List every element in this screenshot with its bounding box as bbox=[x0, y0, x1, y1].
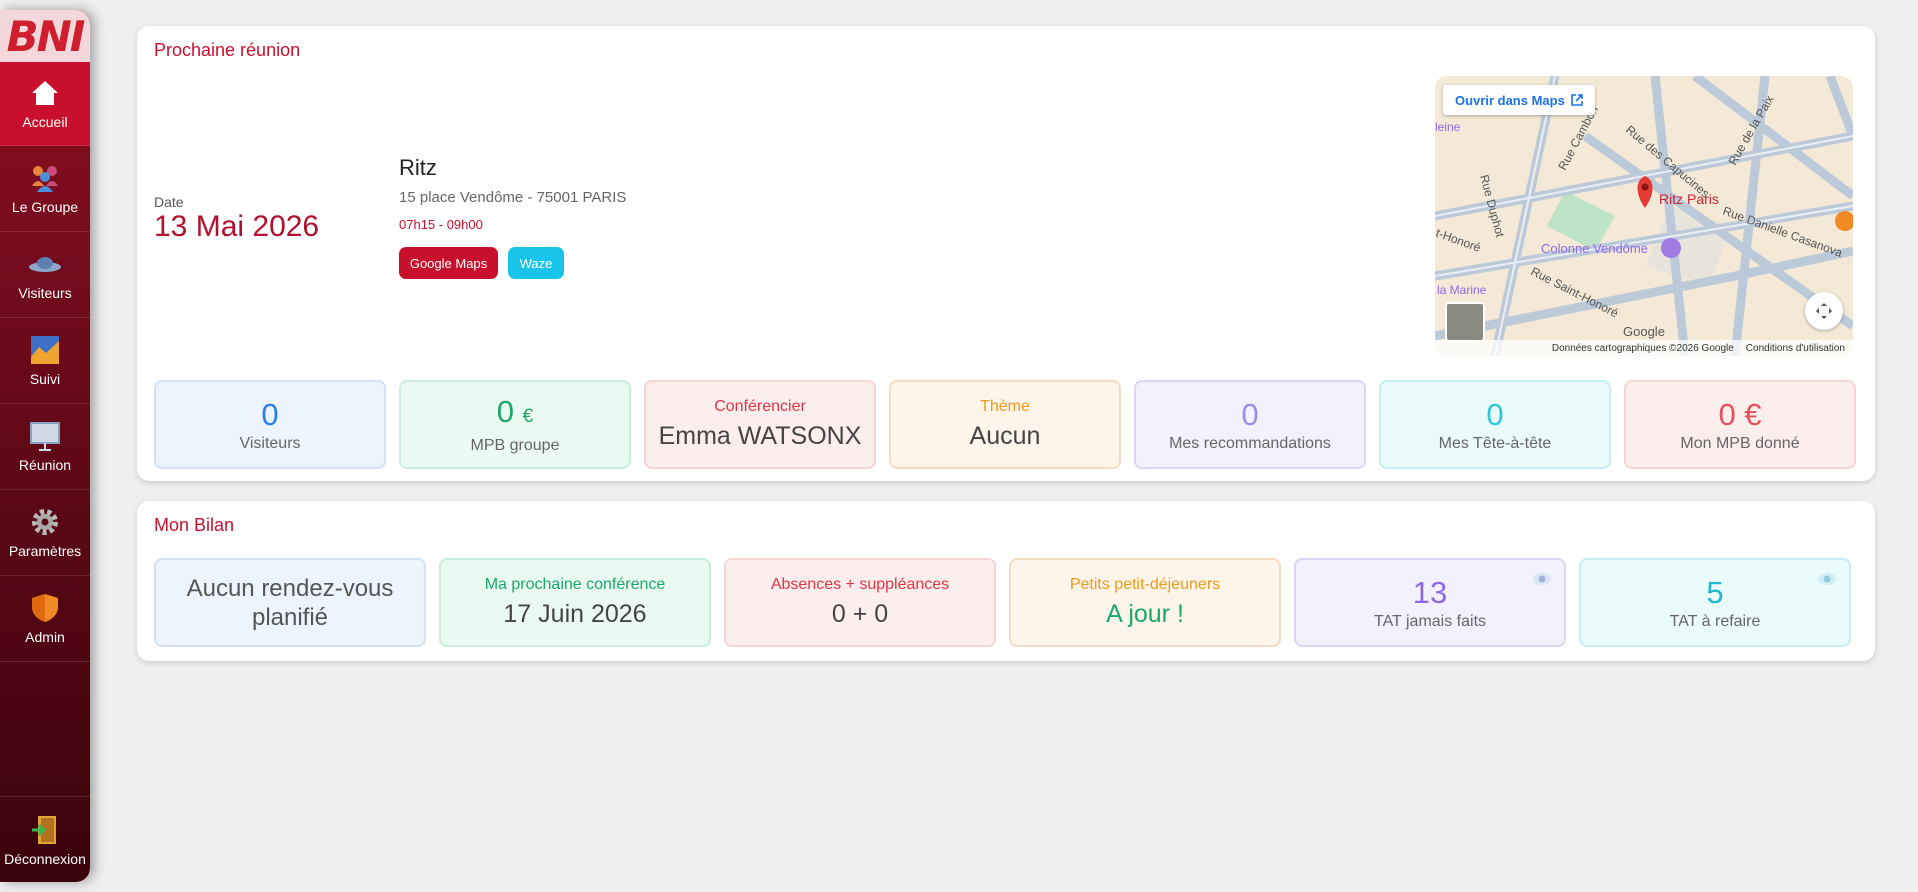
stat-head: Conférencier bbox=[714, 398, 806, 415]
stat-label: Mon MPB donné bbox=[1680, 434, 1800, 452]
presentation-icon bbox=[28, 420, 62, 452]
map-label-leine: leine bbox=[1435, 120, 1461, 134]
stat-value: Emma WATSONX bbox=[658, 422, 862, 450]
sidebar-item-label: Paramètres bbox=[8, 543, 82, 559]
google-maps-button[interactable]: Google Maps bbox=[399, 247, 498, 279]
bilan-value: A jour ! bbox=[1106, 600, 1184, 628]
logout-icon bbox=[28, 813, 62, 847]
bni-logo[interactable]: BNI bbox=[0, 10, 90, 62]
bilan-value: 5 bbox=[1706, 574, 1724, 610]
stat-head: Thème bbox=[980, 398, 1030, 415]
stat-visitors[interactable]: 0 Visiteurs bbox=[154, 380, 386, 469]
sidebar-item-label: Suivi bbox=[29, 371, 61, 387]
bilan-head: Petits petit-déjeuners bbox=[1069, 576, 1221, 593]
bilan-value: 13 bbox=[1412, 574, 1448, 610]
map-embed[interactable]: Rue des Capucines Rue Cambon Rue de la P… bbox=[1435, 76, 1853, 356]
stat-unit: € bbox=[522, 406, 534, 427]
bilan-head: Ma prochaine conférence bbox=[484, 576, 666, 593]
sidebar-item-label: Admin bbox=[25, 629, 65, 645]
stat-recommendations[interactable]: 0 Mes recommandations bbox=[1134, 380, 1366, 469]
open-in-maps-label: Ouvrir dans Maps bbox=[1455, 92, 1565, 108]
next-meeting-panel: Prochaine réunion Date 13 Mai 2026 Ritz … bbox=[137, 26, 1875, 481]
stat-label: Visiteurs bbox=[239, 434, 301, 452]
stat-value: 0 bbox=[1486, 396, 1504, 432]
sidebar-item-admin[interactable]: Admin bbox=[0, 576, 90, 662]
waze-button[interactable]: Waze bbox=[508, 247, 564, 279]
bilan-absences[interactable]: Absences + suppléances 0 + 0 bbox=[724, 558, 996, 647]
sidebar-item-label: Accueil bbox=[22, 114, 68, 130]
bilan-label: TAT jamais faits bbox=[1373, 612, 1487, 630]
date-label: Date bbox=[154, 194, 184, 210]
sidebar-item-accueil[interactable]: Accueil bbox=[0, 62, 90, 146]
stat-tete-a-tete[interactable]: 0 Mes Tête-à-tête bbox=[1379, 380, 1611, 469]
panel-title: Mon Bilan bbox=[154, 515, 235, 535]
stat-mpb-given[interactable]: 0 € Mon MPB donné bbox=[1624, 380, 1856, 469]
stat-label: Mes recommandations bbox=[1169, 434, 1331, 452]
panel-title: Prochaine réunion bbox=[154, 40, 301, 60]
stat-label: Mes Tête-à-tête bbox=[1438, 434, 1552, 452]
map-attribution: Données cartographiques ©2026 Google bbox=[1551, 342, 1734, 354]
stat-value: 0 bbox=[1241, 396, 1259, 432]
map-terms-link[interactable]: Conditions d'utilisation bbox=[1746, 343, 1845, 354]
venue-address: 15 place Vendôme - 75001 PARIS bbox=[399, 189, 627, 206]
map-label-marine: la Marine bbox=[1437, 283, 1487, 297]
eye-icon[interactable] bbox=[1532, 572, 1552, 586]
bilan-appointments[interactable]: Aucun rendez-vous planifié bbox=[154, 558, 426, 647]
stat-label: MPB groupe bbox=[470, 437, 560, 454]
landmark-marker[interactable] bbox=[1661, 238, 1681, 258]
sidebar-item-label: Réunion bbox=[18, 457, 72, 473]
open-in-maps-link[interactable]: Ouvrir dans Maps bbox=[1443, 85, 1595, 115]
bilan-label: TAT à refaire bbox=[1669, 612, 1761, 630]
bilan-tat-redo[interactable]: 5 TAT à refaire bbox=[1579, 558, 1851, 647]
place-label: Ritz Paris bbox=[1659, 191, 1719, 207]
satellite-toggle[interactable] bbox=[1445, 302, 1485, 342]
google-logo: Google bbox=[1623, 324, 1665, 339]
stat-value: Aucun bbox=[969, 422, 1041, 450]
stat-theme[interactable]: Thème Aucun bbox=[889, 380, 1121, 469]
bilan-value: Aucun rendez-vous planifié bbox=[186, 574, 394, 631]
sidebar-item-groupe[interactable]: Le Groupe bbox=[0, 146, 90, 232]
sidebar-item-suivi[interactable]: Suivi bbox=[0, 318, 90, 404]
sidebar: BNI Accueil Le Groupe Visiteurs Suivi Ré… bbox=[0, 10, 90, 882]
bilan-panel: Mon Bilan Aucun rendez-vous planifié Ma … bbox=[137, 501, 1875, 661]
stat-speaker[interactable]: Conférencier Emma WATSONX bbox=[644, 380, 876, 469]
group-icon bbox=[28, 162, 62, 194]
bilan-breakfasts[interactable]: Petits petit-déjeuners A jour ! bbox=[1009, 558, 1281, 647]
bilan-value: 0 + 0 bbox=[831, 600, 889, 628]
chart-icon bbox=[28, 334, 62, 366]
fullscreen-icon[interactable] bbox=[1805, 292, 1843, 330]
eye-icon[interactable] bbox=[1817, 572, 1837, 586]
map-footer: Données cartographiques ©2026 Google Con… bbox=[1435, 340, 1853, 356]
meeting-time: 07h15 - 09h00 bbox=[399, 217, 483, 232]
stat-value: 0 bbox=[261, 396, 279, 432]
stat-value: 0 bbox=[496, 394, 515, 429]
sidebar-item-label: Le Groupe bbox=[11, 199, 79, 215]
bilan-value: 17 Juin 2026 bbox=[503, 600, 647, 628]
venue-name: Ritz bbox=[399, 155, 437, 180]
sidebar-item-parametres[interactable]: Paramètres bbox=[0, 490, 90, 576]
gear-icon bbox=[28, 506, 62, 538]
map-roads: Rue des Capucines Rue Cambon Rue de la P… bbox=[1435, 76, 1853, 356]
stat-mpb-group[interactable]: 0 € MPB groupe bbox=[399, 380, 631, 469]
landmark-label: Colonne Vendôme bbox=[1541, 241, 1648, 256]
sidebar-item-visiteurs[interactable]: Visiteurs bbox=[0, 232, 90, 318]
logout-label: Déconnexion bbox=[4, 850, 86, 867]
bilan-next-conference[interactable]: Ma prochaine conférence 17 Juin 2026 bbox=[439, 558, 711, 647]
shield-icon bbox=[28, 592, 62, 624]
bilan-tat-never[interactable]: 13 TAT jamais faits bbox=[1294, 558, 1566, 647]
sidebar-item-reunion[interactable]: Réunion bbox=[0, 404, 90, 490]
bilan-head: Absences + suppléances bbox=[770, 576, 950, 593]
logout-button[interactable]: Déconnexion bbox=[0, 796, 90, 882]
visitors-icon bbox=[28, 248, 62, 280]
meeting-date: 13 Mai 2026 bbox=[154, 210, 320, 243]
stat-value: 0 € bbox=[1718, 396, 1762, 432]
home-icon bbox=[28, 77, 62, 109]
external-link-icon bbox=[1571, 94, 1583, 106]
sidebar-item-label: Visiteurs bbox=[18, 285, 72, 301]
